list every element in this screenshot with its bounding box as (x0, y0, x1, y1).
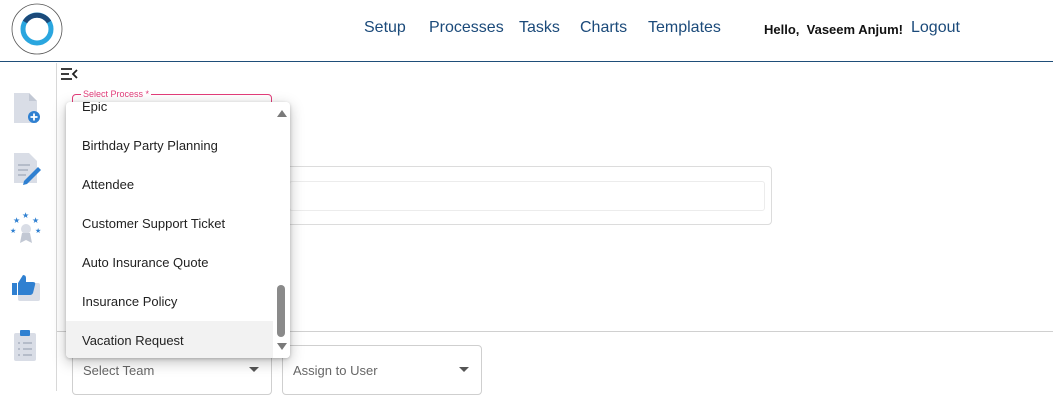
sidebar: ★ ★ ★ ★ ★ (0, 63, 57, 391)
select-process-label: Select Process * (81, 89, 152, 99)
user-greeting: Hello, Vaseem Anjum! (764, 22, 903, 37)
app-header: Setup Processes Tasks Charts Templates H… (0, 0, 1053, 62)
dropdown-option[interactable]: Insurance Policy (66, 282, 273, 321)
nav-templates[interactable]: Templates (648, 19, 721, 37)
select-team-placeholder: Select Team (83, 363, 155, 378)
process-dropdown-list: Epic Birthday Party Planning Attendee Cu… (66, 102, 290, 358)
logout-link[interactable]: Logout (911, 19, 960, 37)
edit-document-icon[interactable] (10, 151, 42, 187)
checklist-icon[interactable] (10, 329, 42, 365)
dropdown-option[interactable]: Epic (66, 102, 273, 126)
award-icon[interactable]: ★ ★ ★ ★ ★ (10, 211, 42, 247)
dropdown-option[interactable]: Customer Support Ticket (66, 204, 273, 243)
svg-text:★: ★ (13, 216, 20, 225)
panel-input-area[interactable] (289, 181, 765, 211)
new-document-icon[interactable] (10, 91, 42, 127)
dropdown-option[interactable]: Birthday Party Planning (66, 126, 273, 165)
svg-text:★: ★ (35, 227, 41, 235)
nav-processes[interactable]: Processes (429, 19, 504, 37)
dropdown-option[interactable]: Auto Insurance Quote (66, 243, 273, 282)
dropdown-option-highlighted[interactable]: Vacation Request (66, 321, 273, 358)
chevron-down-icon (249, 367, 259, 372)
nav-setup[interactable]: Setup (364, 19, 406, 37)
dropdown-scrollbar[interactable] (273, 102, 290, 358)
nav-tasks[interactable]: Tasks (519, 19, 560, 37)
my-biz-workflow-logo[interactable] (8, 2, 66, 56)
dropdown-option[interactable]: Attendee (66, 165, 273, 204)
assign-user-dropdown[interactable]: Assign to User (282, 345, 482, 395)
chevron-down-icon (459, 367, 469, 372)
scroll-up-arrow-icon[interactable] (277, 110, 287, 117)
nav-charts[interactable]: Charts (580, 19, 627, 37)
process-details-panel (282, 166, 772, 225)
greeting-prefix: Hello, (764, 22, 800, 37)
user-name: Vaseem Anjum! (806, 22, 903, 37)
svg-text:★: ★ (32, 216, 39, 225)
thumbs-up-icon[interactable] (10, 269, 42, 305)
scrollbar-thumb[interactable] (277, 285, 285, 337)
scroll-down-arrow-icon[interactable] (277, 343, 287, 350)
assign-user-placeholder: Assign to User (293, 363, 378, 378)
svg-text:★: ★ (10, 227, 16, 235)
svg-text:★: ★ (22, 211, 29, 220)
